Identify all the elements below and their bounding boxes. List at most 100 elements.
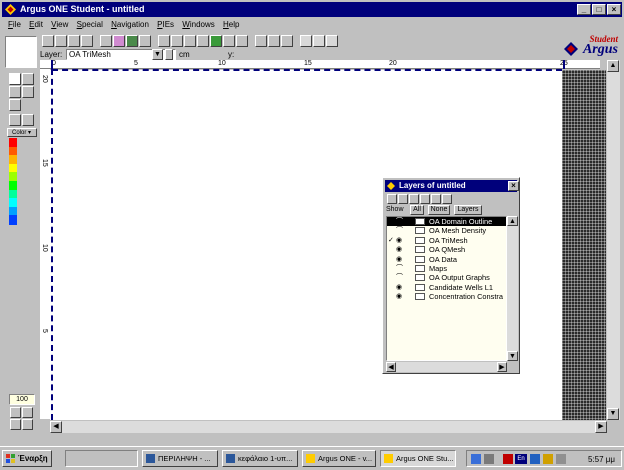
visibility-eye-icon[interactable]: ◉ <box>396 255 406 264</box>
task-button-active[interactable]: Argus ONE Stu... <box>380 450 456 467</box>
menu-file[interactable]: File <box>8 20 21 29</box>
zoom-out-tool-icon[interactable] <box>22 419 33 430</box>
layers-window-titlebar[interactable]: Layers of untitled × <box>385 180 519 192</box>
layers-list[interactable]: ⌒ OA Domain Outline ⌒ OA Mesh Density ✓ ◉ OA T… <box>386 216 507 361</box>
open-file-icon[interactable] <box>55 35 67 47</box>
visibility-eye-icon[interactable]: ⌒ <box>396 226 406 235</box>
layer-row[interactable]: ⌒ OA Domain Outline <box>387 217 506 227</box>
menu-help[interactable]: Help <box>223 20 239 29</box>
table-icon[interactable] <box>139 35 151 47</box>
horizontal-scrollbar[interactable]: ◀ ▶ <box>50 421 607 433</box>
new-layer-icon[interactable] <box>387 194 397 204</box>
pen-tool-icon[interactable] <box>22 114 34 126</box>
tray-volume-icon[interactable] <box>543 454 553 464</box>
zoom-window-icon[interactable] <box>10 407 21 418</box>
tray-app-icon[interactable] <box>484 454 494 464</box>
task-button[interactable] <box>65 450 138 467</box>
language-indicator[interactable]: En <box>515 454 527 464</box>
chevron-down-icon[interactable]: ▼ <box>152 49 163 60</box>
layer-properties-icon[interactable] <box>431 194 441 204</box>
refresh-icon[interactable] <box>326 35 338 47</box>
layers-icon[interactable] <box>126 35 138 47</box>
tray-shield-icon[interactable] <box>503 454 513 464</box>
tray-app-icon[interactable] <box>556 454 566 464</box>
magic-icon[interactable] <box>113 35 125 47</box>
visibility-eye-icon[interactable]: ◉ <box>396 236 406 245</box>
export-icon[interactable] <box>223 35 235 47</box>
scroll-right-icon[interactable]: ▶ <box>595 421 607 433</box>
scroll-up-icon[interactable]: ▲ <box>607 60 619 72</box>
menu-pies[interactable]: PIEs <box>157 20 174 29</box>
save-file-icon[interactable] <box>68 35 80 47</box>
scroll-down-icon[interactable]: ▼ <box>607 408 619 420</box>
zoom-all-icon[interactable] <box>22 407 33 418</box>
scroll-up-icon[interactable]: ▲ <box>507 216 518 226</box>
chart-icon[interactable] <box>197 35 209 47</box>
new-file-icon[interactable] <box>42 35 54 47</box>
menu-special[interactable]: Special <box>77 20 103 29</box>
show-none-button[interactable]: None <box>428 205 450 215</box>
zoom-out-icon[interactable] <box>268 35 280 47</box>
layers-button[interactable]: Layers <box>454 205 482 215</box>
layer-row[interactable]: ⌒ OA Mesh Density <box>387 226 506 235</box>
color-selector[interactable]: Color ▾ <box>7 128 37 137</box>
menu-navigation[interactable]: Navigation <box>111 20 149 29</box>
import-icon[interactable] <box>236 35 248 47</box>
visibility-eye-icon[interactable]: ⌒ <box>396 273 406 282</box>
mesh-icon[interactable] <box>171 35 183 47</box>
tray-network-icon[interactable] <box>530 454 540 464</box>
redo-icon[interactable] <box>313 35 325 47</box>
find-icon[interactable] <box>100 35 112 47</box>
scroll-left-icon[interactable]: ◀ <box>50 421 62 433</box>
scroll-down-icon[interactable]: ▼ <box>507 351 518 361</box>
layers-vertical-scrollbar[interactable]: ▲ ▼ <box>507 216 518 361</box>
layer-arrows-icon[interactable] <box>165 49 173 60</box>
tray-app-icon[interactable] <box>471 454 481 464</box>
scroll-left-icon[interactable]: ◀ <box>386 362 396 372</box>
visibility-eye-icon[interactable]: ◉ <box>396 292 406 301</box>
layer-options-icon[interactable] <box>420 194 430 204</box>
zoom-fit-icon[interactable] <box>281 35 293 47</box>
delete-layer-icon[interactable] <box>409 194 419 204</box>
zoom-level[interactable]: 100 <box>9 394 35 405</box>
menu-windows[interactable]: Windows <box>182 20 214 29</box>
layer-row[interactable]: ◉ OA Data <box>387 255 506 264</box>
zoom-in-icon[interactable] <box>255 35 267 47</box>
show-all-button[interactable]: All <box>410 205 424 215</box>
visibility-eye-icon[interactable]: ⌒ <box>396 217 406 226</box>
task-button[interactable]: ΠΕΡΙΛΗΨΗ - ... <box>142 450 218 467</box>
layer-row[interactable]: ⌒ Maps <box>387 264 506 273</box>
layer-info-icon[interactable] <box>442 194 452 204</box>
undo-icon[interactable] <box>300 35 312 47</box>
visibility-eye-icon[interactable]: ⌒ <box>396 264 406 273</box>
line-tool-icon[interactable] <box>22 73 34 85</box>
layer-row[interactable]: ◉ OA QMesh <box>387 245 506 254</box>
grid-icon[interactable] <box>158 35 170 47</box>
menu-view[interactable]: View <box>51 20 68 29</box>
menu-edit[interactable]: Edit <box>29 20 43 29</box>
layer-row[interactable]: ✓ ◉ OA TriMesh <box>387 236 506 245</box>
add-vertex-tool-icon[interactable] <box>9 99 21 111</box>
layer-row[interactable]: ⌒ OA Output Graphs <box>387 273 506 282</box>
close-button[interactable]: × <box>607 4 621 15</box>
scroll-right-icon[interactable]: ▶ <box>497 362 507 372</box>
window-titlebar[interactable]: Argus ONE Student - untitled _ □ × <box>2 2 622 17</box>
layers-horizontal-scrollbar[interactable]: ◀ ▶ <box>386 362 507 372</box>
visibility-eye-icon[interactable]: ◉ <box>396 245 406 254</box>
pointer-tool-icon[interactable] <box>9 73 21 85</box>
task-button[interactable]: κεφάλαιο 1-υπ... <box>222 450 298 467</box>
visibility-eye-icon[interactable]: ◉ <box>396 283 406 292</box>
maximize-button[interactable]: □ <box>592 4 606 15</box>
ruler-tool-icon[interactable] <box>9 114 21 126</box>
layer-row[interactable]: ◉ Concentration Constra <box>387 292 506 301</box>
layer-row[interactable]: ◉ Candidate Wells L1 <box>387 283 506 292</box>
color-swatch[interactable] <box>9 215 17 226</box>
start-button[interactable]: Έναρξη <box>2 450 52 467</box>
close-icon[interactable]: × <box>508 181 519 191</box>
vertical-scrollbar[interactable]: ▲ ▼ <box>607 60 620 420</box>
print-icon[interactable] <box>81 35 93 47</box>
globe-icon[interactable] <box>210 35 222 47</box>
task-button[interactable]: Argus ONE - v... <box>302 450 376 467</box>
zoom-in-tool-icon[interactable] <box>10 419 21 430</box>
polygon-tool-icon[interactable] <box>22 86 34 98</box>
